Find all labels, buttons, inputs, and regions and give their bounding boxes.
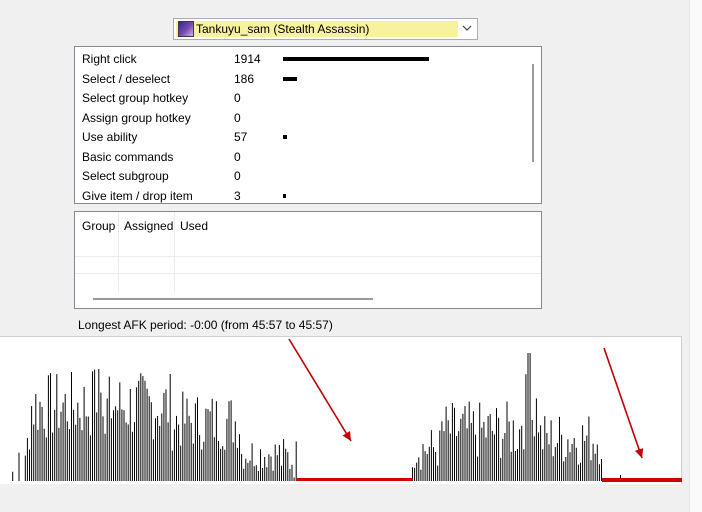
command-stat-value: 1914 <box>234 52 261 66</box>
command-stat-row[interactable]: Give item / drop item 3 <box>75 186 515 205</box>
command-stat-value: 57 <box>234 130 248 144</box>
command-stat-label: Right click <box>82 52 137 66</box>
vertical-scrollbar-thumb[interactable] <box>532 64 534 162</box>
stealth-assassin-hero-icon <box>178 21 194 37</box>
activity-timeline: 0:005:0010:0015:0020:0025:0030:0035:0040… <box>0 336 682 484</box>
command-stat-label: Give item / drop item <box>82 188 193 203</box>
hotkey-group-table[interactable]: Group Assigned Used <box>74 211 542 309</box>
command-stat-value: 0 <box>234 110 241 125</box>
command-stat-row[interactable]: Right click 1914 <box>75 49 515 68</box>
selected-player-label: Tankuyu_sam (Stealth Assassin) <box>196 22 370 36</box>
horizontal-scrollbar-thumb[interactable] <box>93 298 373 300</box>
column-divider <box>174 212 175 292</box>
idle-period-bar <box>297 478 413 481</box>
longest-afk-label: Longest AFK period: -0:00 (from 45:57 to… <box>78 318 333 332</box>
chevron-down-icon[interactable] <box>461 22 473 34</box>
command-stat-value: 0 <box>234 149 241 164</box>
command-stat-row[interactable]: Select subgroup 0 <box>75 166 515 185</box>
command-stat-value: 0 <box>234 169 241 183</box>
command-stat-label: Basic commands <box>82 149 174 164</box>
command-stat-row[interactable]: Assign group hotkey 0 <box>75 108 515 127</box>
column-header-used[interactable]: Used <box>180 219 208 233</box>
idle-period-bar <box>602 478 682 482</box>
command-stat-row[interactable]: Select / deselect 186 <box>75 69 515 88</box>
window-edge <box>689 0 702 512</box>
command-stat-value: 3 <box>234 188 241 203</box>
player-select-dropdown[interactable]: Tankuyu_sam (Stealth Assassin) <box>173 18 478 40</box>
command-stat-value: 186 <box>234 71 255 86</box>
activity-chart: 0:005:0010:0015:0020:0025:0030:0035:0040… <box>12 338 682 482</box>
command-stats-list[interactable]: Right click 1914 Select / deselect 186 Selec… <box>74 46 542 204</box>
command-stat-label: Select / deselect <box>82 71 171 86</box>
column-header-assigned[interactable]: Assigned <box>124 219 173 233</box>
row-gridline <box>75 256 541 257</box>
command-stat-label: Select group hotkey <box>82 91 189 105</box>
command-stat-row[interactable]: Basic commands 0 <box>75 147 515 166</box>
command-stat-label: Select subgroup <box>82 169 169 183</box>
command-stat-row[interactable]: Select group hotkey 0 <box>75 88 515 107</box>
annotation-arrow-icon <box>603 347 644 459</box>
command-stat-bar <box>283 135 287 139</box>
command-stat-row[interactable]: Use ability 57 <box>75 127 515 146</box>
command-stat-bar <box>283 76 297 81</box>
activity-bars <box>12 353 621 481</box>
row-gridline <box>75 273 541 274</box>
annotation-arrow-icon <box>288 338 352 442</box>
command-stat-value: 0 <box>234 91 241 105</box>
column-header-group[interactable]: Group <box>82 219 115 233</box>
command-stat-bar <box>283 193 286 198</box>
command-stat-bar <box>283 57 429 61</box>
command-stat-label: Use ability <box>82 130 138 144</box>
command-stat-label: Assign group hotkey <box>82 110 191 125</box>
column-divider <box>118 212 119 292</box>
